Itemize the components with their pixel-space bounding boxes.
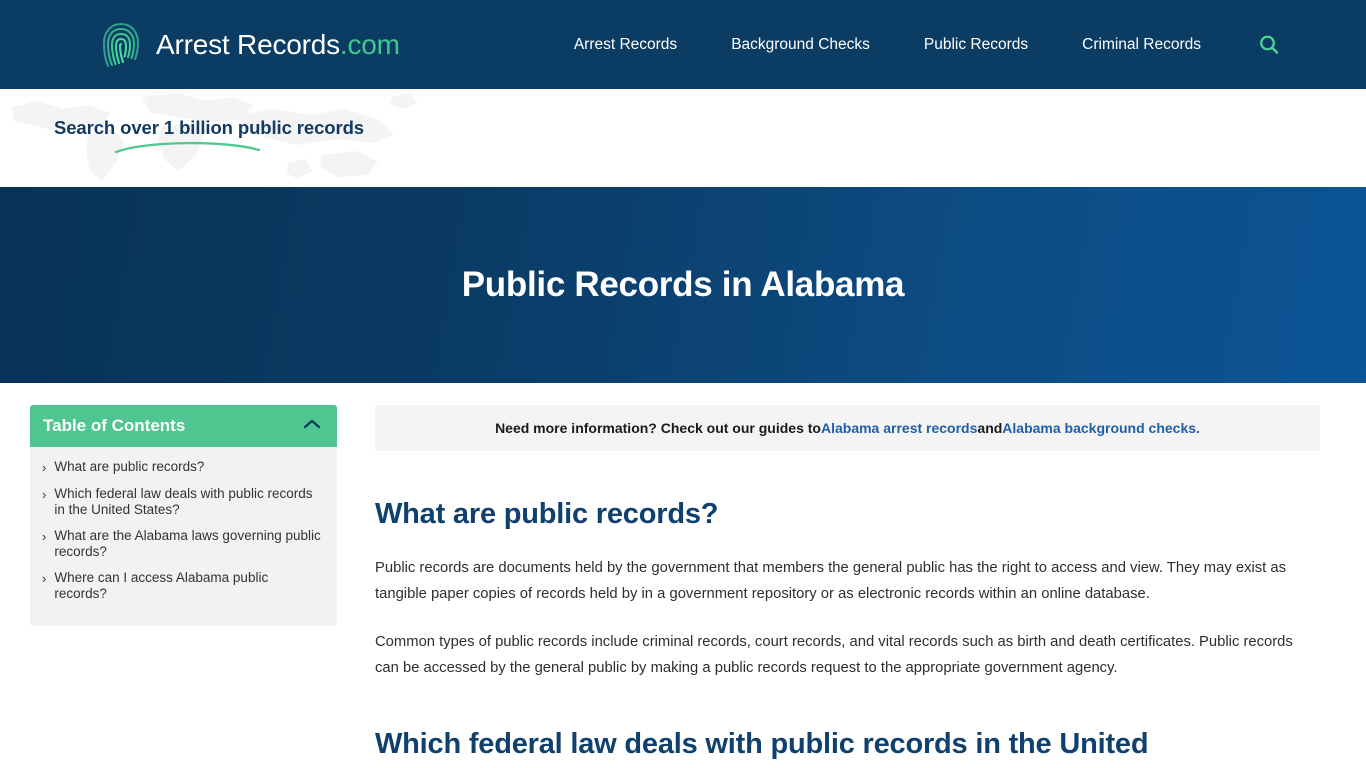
article-main: Need more information? Check out our gui… xyxy=(375,405,1320,768)
main-navigation: Arrest Records Background Checks Public … xyxy=(547,34,1280,56)
guides-notice: Need more information? Check out our gui… xyxy=(375,405,1320,451)
site-header: Arrest Records.com Arrest Records Backgr… xyxy=(0,0,1366,89)
chevron-right-icon: › xyxy=(42,529,47,544)
toc-item-label: What are public records? xyxy=(54,459,205,474)
page-title: Public Records in Alabama xyxy=(461,265,905,304)
link-alabama-background-checks[interactable]: Alabama background checks. xyxy=(1002,420,1200,436)
logo-text: Arrest Records.com xyxy=(156,29,400,61)
tagline: Search over 1 billion public records xyxy=(54,117,364,138)
chevron-right-icon: › xyxy=(42,460,47,475)
logo-text-main: Arrest Records xyxy=(156,28,340,60)
section-paragraph-1: Public records are documents held by the… xyxy=(375,560,1287,602)
table-of-contents: Table of Contents › What are public reco… xyxy=(30,405,337,626)
notice-mid: and xyxy=(977,420,1003,436)
chevron-up-icon[interactable] xyxy=(303,417,321,435)
section-paragraph-2: Common types of public records include c… xyxy=(375,634,1293,676)
page-content: Table of Contents › What are public reco… xyxy=(0,383,1366,768)
toc-item-1[interactable]: › What are public records? xyxy=(42,459,323,476)
toc-item-label: What are the Alabama laws governing publ… xyxy=(54,528,321,559)
toc-list: › What are public records? › Which feder… xyxy=(30,447,337,602)
logo-text-suffix: .com xyxy=(339,28,400,60)
nav-item-arrest-records[interactable]: Arrest Records xyxy=(547,36,704,54)
toc-item-label: Which federal law deals with public reco… xyxy=(54,486,313,517)
toc-item-3[interactable]: › What are the Alabama laws governing pu… xyxy=(42,528,323,560)
search-icon[interactable] xyxy=(1258,34,1280,56)
chevron-right-icon: › xyxy=(42,571,47,586)
toc-item-label: Where can I access Alabama public record… xyxy=(54,570,269,601)
notice-lead: Need more information? Check out our gui… xyxy=(495,420,821,436)
section-heading-2: Which federal law deals with public reco… xyxy=(375,728,1149,768)
fingerprint-icon xyxy=(96,18,146,72)
toc-title: Table of Contents xyxy=(43,416,186,435)
toc-item-4[interactable]: › Where can I access Alabama public reco… xyxy=(42,570,323,602)
search-band: Search over 1 billion public records Sel… xyxy=(0,89,1366,187)
sidebar: Table of Contents › What are public reco… xyxy=(30,405,337,768)
underline-swoosh xyxy=(114,141,261,154)
tagline-block: Search over 1 billion public records xyxy=(54,117,454,154)
section-heading-1: What are public records? xyxy=(375,498,719,530)
nav-item-background-checks[interactable]: Background Checks xyxy=(704,36,897,54)
nav-item-criminal-records[interactable]: Criminal Records xyxy=(1055,36,1228,54)
nav-item-public-records[interactable]: Public Records xyxy=(897,36,1055,54)
toc-item-2[interactable]: › Which federal law deals with public re… xyxy=(42,486,323,518)
chevron-right-icon: › xyxy=(42,487,47,502)
toc-header[interactable]: Table of Contents xyxy=(30,405,337,447)
hero-banner: Public Records in Alabama xyxy=(0,187,1366,383)
link-alabama-arrest-records[interactable]: Alabama arrest records xyxy=(821,420,977,436)
site-logo[interactable]: Arrest Records.com xyxy=(96,18,400,72)
